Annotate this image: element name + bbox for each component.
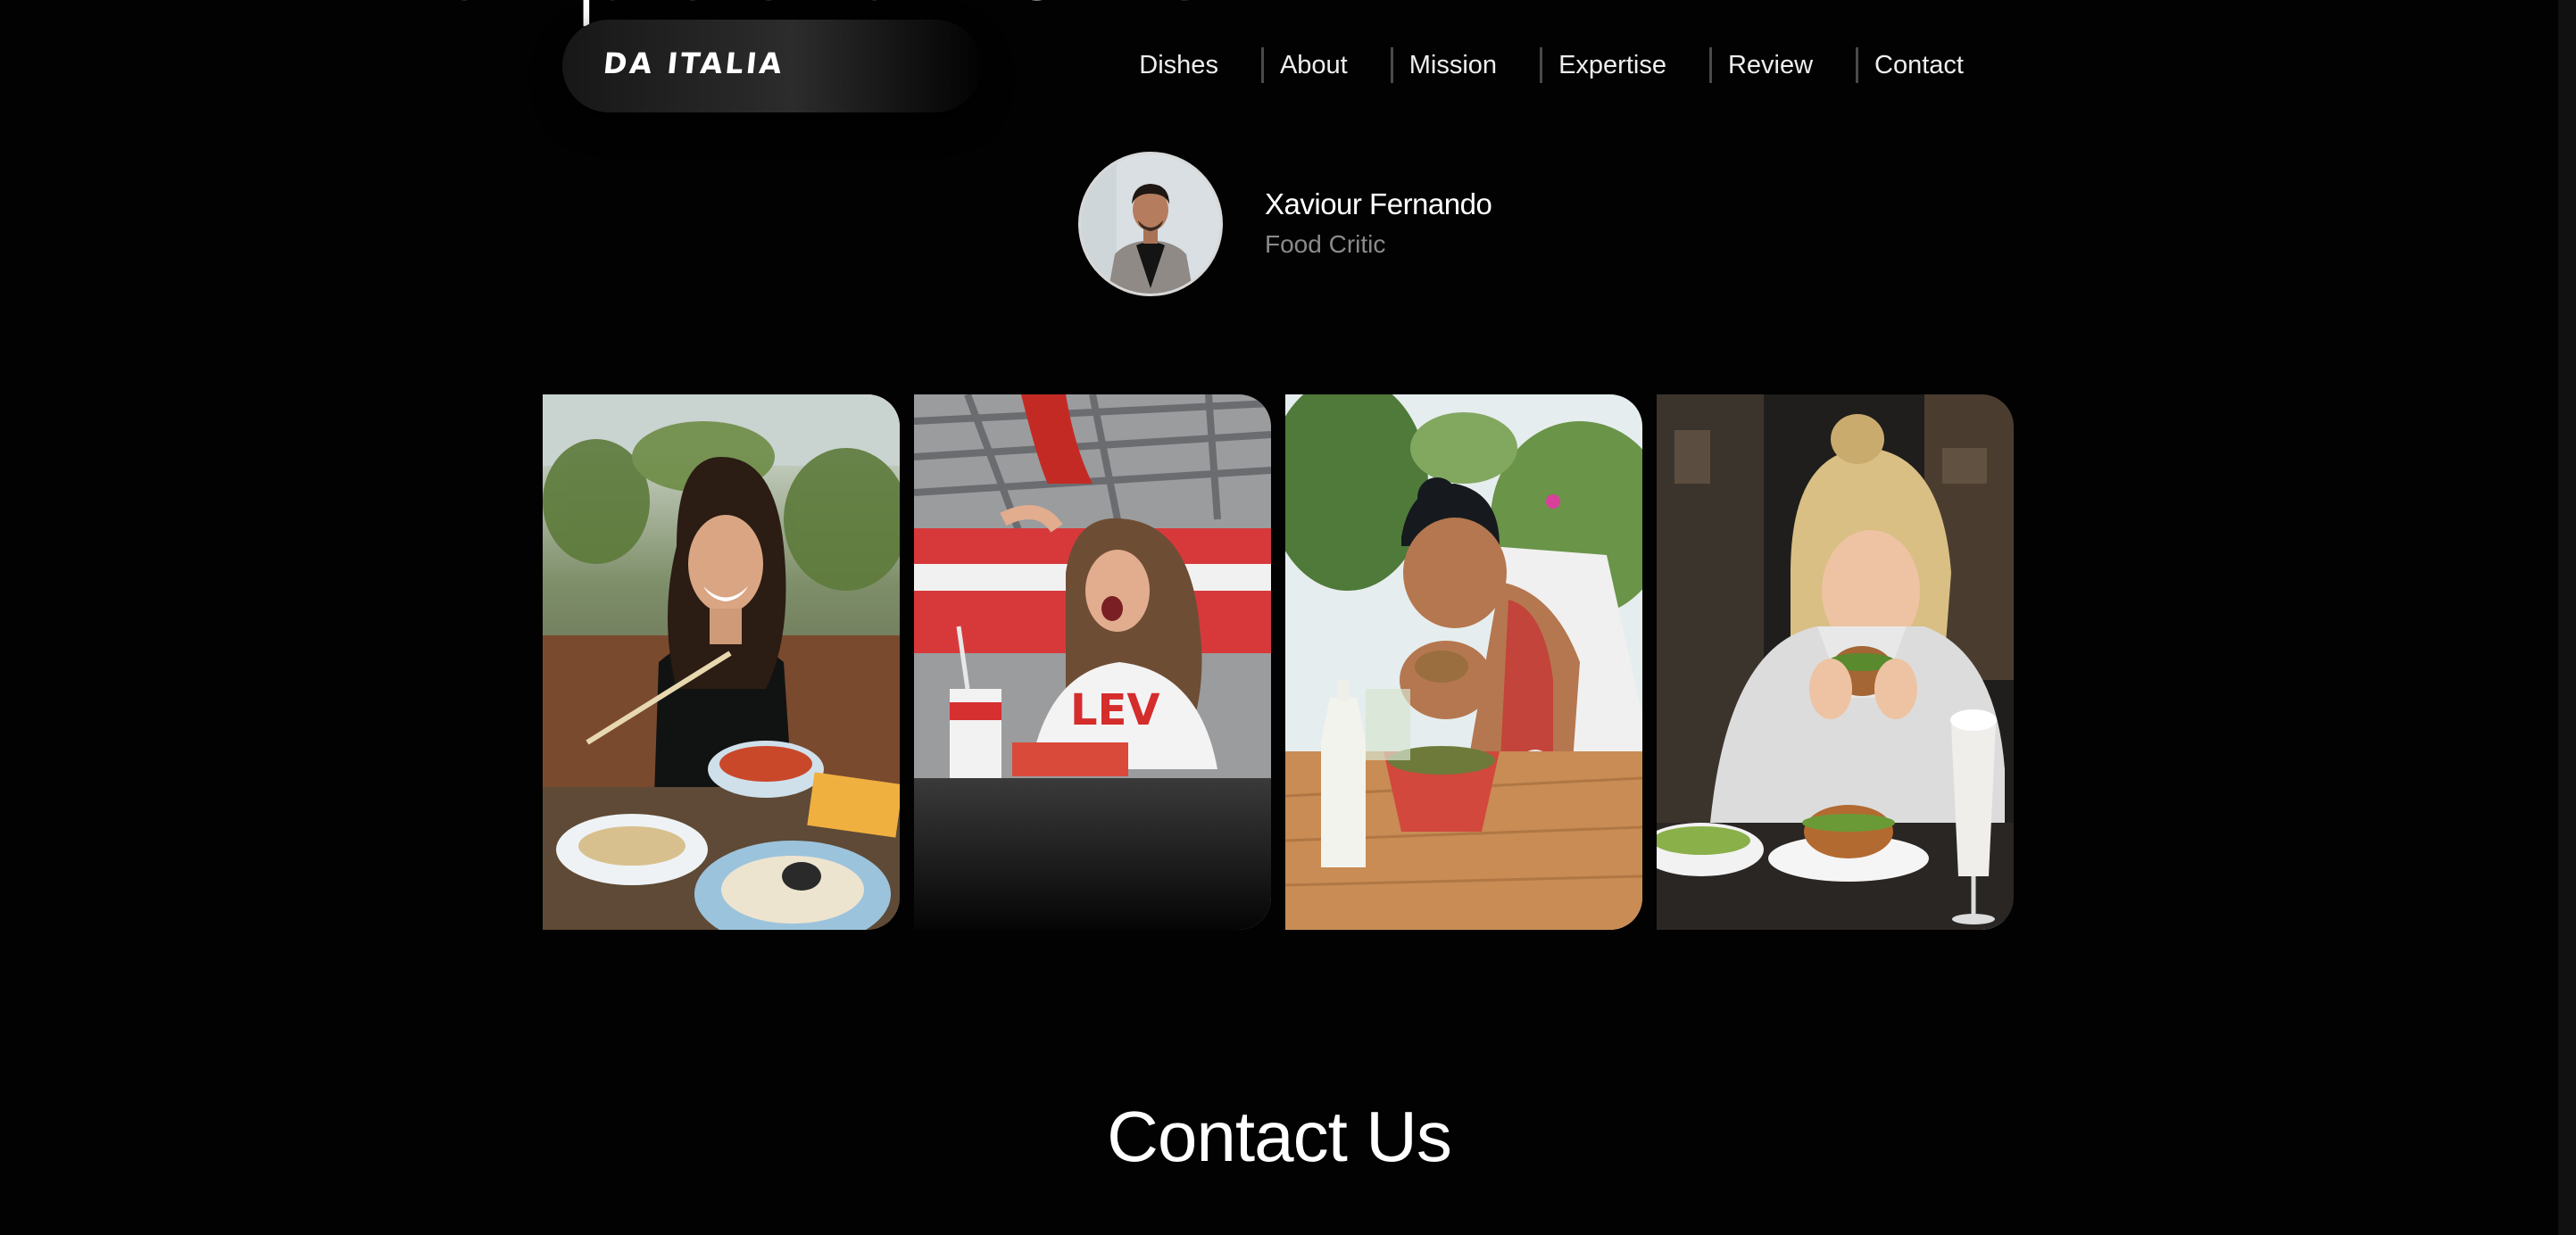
nav-link-about[interactable]: About [1280, 51, 1348, 80]
nav-item-about: About [1218, 46, 1348, 84]
gallery-photo-2[interactable]: LEV [914, 394, 1271, 930]
nav-item-mission: Mission [1348, 46, 1497, 84]
woman-eating-wrap-photo [1285, 394, 1642, 930]
woman-eating-fries-photo: LEV [914, 394, 1271, 930]
nav-item-dishes: Dishes [1139, 46, 1218, 84]
nav-separator [1540, 47, 1543, 83]
nav-separator [1390, 47, 1393, 83]
nav-item-review: Review [1666, 46, 1813, 84]
avatar-portrait-image [1081, 154, 1220, 294]
nav-item-contact: Contact [1813, 46, 1964, 84]
contact-heading: Contact Us [1107, 1097, 1452, 1176]
nav-link-mission[interactable]: Mission [1409, 51, 1497, 80]
nav-link-contact[interactable]: Contact [1874, 51, 1964, 80]
svg-text:LEV: LEV [1070, 685, 1160, 735]
gallery-photo-1[interactable] [543, 394, 900, 930]
page-scrollbar[interactable] [2558, 0, 2576, 1235]
nav-link-dishes[interactable]: Dishes [1139, 51, 1218, 80]
brand-logo[interactable]: DA ITALIA [602, 46, 786, 80]
nav-link-expertise[interactable]: Expertise [1558, 51, 1666, 80]
critic-role: Food Critic [1265, 230, 1386, 258]
nav-separator [1708, 47, 1712, 83]
main-nav: Dishes About Mission Expertise Review Co… [1139, 46, 1964, 84]
gallery-photo-3[interactable] [1285, 394, 1642, 930]
critic-avatar [1078, 152, 1223, 296]
hero-heading-fragment: expectations [420, 0, 1222, 20]
nav-item-expertise: Expertise [1497, 46, 1666, 84]
nav-separator [1856, 47, 1859, 83]
nav-link-review[interactable]: Review [1728, 51, 1813, 80]
photo-gallery: LEV [543, 394, 2014, 930]
nav-separator [1260, 47, 1264, 83]
critic-name: Xaviour Fernando [1265, 187, 1492, 220]
woman-eating-burger-photo [1657, 394, 2014, 930]
woman-eating-dumplings-photo [543, 394, 900, 930]
gallery-photo-4[interactable] [1657, 394, 2014, 930]
